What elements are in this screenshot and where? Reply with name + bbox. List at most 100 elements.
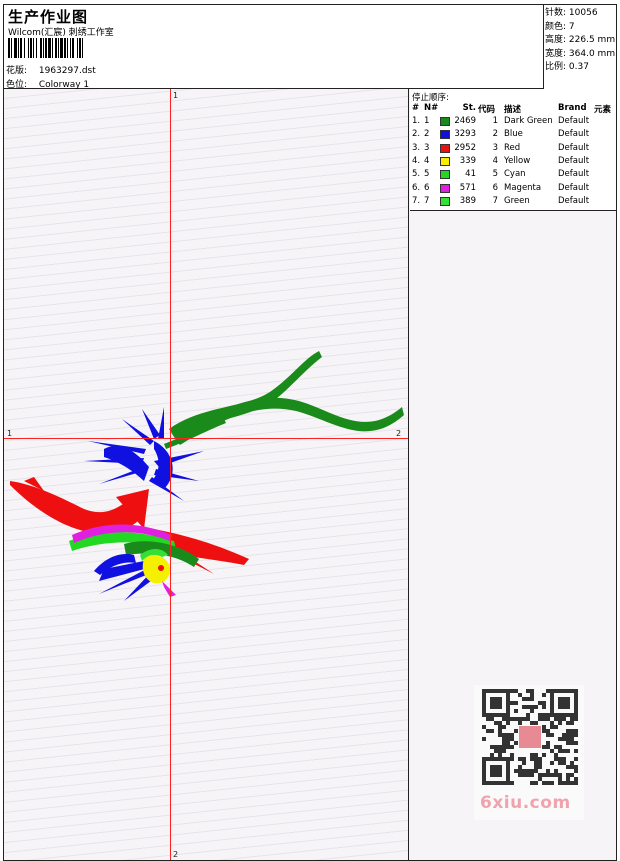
sequence-row: 5. 5 41 5 Cyan Default — [410, 168, 616, 181]
phoenix-eye — [158, 565, 164, 571]
page-title: 生产作业图 — [8, 8, 89, 26]
row-description: Red — [504, 142, 521, 153]
row-index: 2. — [412, 129, 421, 140]
row-needle: 5 — [424, 169, 430, 180]
row-code: 7 — [492, 195, 498, 206]
sequence-header-row: # N# St. 代码 描述 Brand 元素 — [410, 102, 616, 115]
sequence-row: 6. 6 571 6 Magenta Default — [410, 182, 616, 195]
sequence-row: 2. 2 3293 2 Blue Default — [410, 128, 616, 141]
row-needle: 2 — [424, 129, 430, 140]
row-code: 3 — [492, 142, 498, 153]
axis-label-top: 1 — [173, 91, 178, 100]
thread-color-swatch — [440, 143, 450, 153]
barcode-bar — [52, 38, 53, 58]
row-index: 1. — [412, 116, 421, 126]
sequence-row: 1. 1 2469 1 Dark Green Default — [410, 115, 616, 128]
row-description: Dark Green — [504, 116, 553, 126]
row-index: 5. — [412, 169, 421, 180]
phoenix-beak — [162, 581, 176, 597]
row-description: Green — [504, 195, 530, 206]
barcode-bar — [28, 38, 29, 58]
design-file-line: 花版: 1963297.dst — [6, 63, 96, 76]
col-code: 代码 — [478, 105, 496, 115]
row-stitches: 389 — [459, 195, 476, 206]
thread-color-swatch — [440, 183, 450, 193]
row-description: Magenta — [504, 182, 542, 193]
col-description: 描述 — [504, 105, 522, 115]
axis-horizontal — [4, 438, 408, 439]
barcode-bar — [24, 38, 25, 58]
barcode-bar — [33, 38, 34, 58]
thread-color-swatch — [440, 130, 450, 140]
sequence-row: 4. 4 339 4 Yellow Default — [410, 155, 616, 168]
watermark-site: 6xiu.com — [480, 793, 571, 813]
qr-code-icon — [482, 689, 578, 785]
row-code: 2 — [492, 129, 498, 140]
row-stitches: 41 — [465, 169, 476, 180]
stat-colors: 颜色: 7 — [545, 21, 575, 32]
watermark: 6xiu.com — [474, 685, 584, 820]
row-code: 1 — [492, 116, 498, 126]
row-code: 6 — [492, 182, 498, 193]
axis-label-left: 1 — [7, 429, 12, 438]
barcode-bar — [70, 38, 71, 58]
design-canvas: 1 2 1 2 — [4, 89, 409, 860]
axis-label-right: 2 — [396, 429, 401, 438]
barcode-bar — [82, 38, 83, 58]
row-stitches: 3293 — [454, 129, 476, 140]
barcode-bar — [14, 38, 17, 58]
row-index: 4. — [412, 155, 421, 166]
barcode-bar — [36, 38, 37, 58]
seal-stamp — [519, 726, 541, 748]
col-index: # — [412, 103, 420, 113]
row-description: Blue — [504, 129, 523, 140]
barcode-bar — [79, 38, 81, 58]
barcode-bar — [72, 38, 74, 58]
stat-scale: 比例: 0.37 — [545, 62, 589, 72]
design-value: 1963297.dst — [38, 66, 96, 76]
col-needle: N# — [424, 103, 439, 113]
design-stats: 针数: 10056 颜色: 7 高度: 226.5 mm 宽度: 364.0 m… — [543, 5, 616, 89]
barcode-bar — [58, 38, 59, 58]
barcode-bar — [60, 38, 63, 58]
barcode — [8, 38, 83, 58]
stop-sequence-table: 停止顺序: # N# St. 代码 描述 Brand 元素 1. 1 2469 1 Da… — [410, 89, 616, 211]
stat-height: 高度: 226.5 mm — [545, 35, 616, 45]
barcode-bar — [77, 38, 78, 58]
tail-ribbon-lower — [174, 397, 404, 445]
col-element: 元素 — [594, 105, 612, 115]
row-code: 4 — [492, 155, 498, 166]
thread-color-swatch — [440, 117, 450, 126]
barcode-bar — [20, 38, 22, 58]
row-description: Cyan — [504, 169, 526, 180]
col-brand: Brand — [558, 103, 587, 113]
row-description: Yellow — [504, 155, 531, 166]
row-code: 5 — [492, 169, 498, 180]
row-needle: 7 — [424, 195, 430, 206]
row-stitches: 571 — [459, 182, 476, 193]
row-brand: Default — [558, 195, 590, 206]
row-stitches: 2469 — [454, 116, 476, 126]
row-brand: Default — [558, 182, 590, 193]
row-needle: 1 — [424, 116, 430, 126]
thread-color-swatch — [440, 196, 450, 206]
barcode-bar — [55, 38, 57, 58]
studio-name: Wilcom(汇宸) 刺绣工作室 — [8, 28, 114, 38]
barcode-bar — [30, 38, 32, 58]
axis-label-bottom: 2 — [173, 850, 178, 859]
row-brand: Default — [558, 142, 590, 153]
barcode-bar — [11, 38, 12, 58]
sheet-header: 生产作业图 Wilcom(汇宸) 刺绣工作室 花版: 1963297.dst 色… — [4, 5, 616, 90]
row-index: 7. — [412, 195, 421, 206]
stat-width: 宽度: 364.0 mm — [545, 48, 616, 59]
row-stitches: 339 — [459, 155, 476, 166]
stat-stitches: 针数: 10056 — [545, 8, 598, 18]
barcode-bar — [40, 38, 42, 58]
barcode-bar — [64, 38, 66, 58]
design-label: 花版: — [6, 66, 28, 76]
barcode-bar — [8, 38, 10, 58]
col-stitches: St. — [462, 103, 476, 113]
sequence-row: 3. 3 2952 3 Red Default — [410, 142, 616, 155]
thread-color-swatch — [440, 156, 450, 166]
row-brand: Default — [558, 155, 590, 166]
